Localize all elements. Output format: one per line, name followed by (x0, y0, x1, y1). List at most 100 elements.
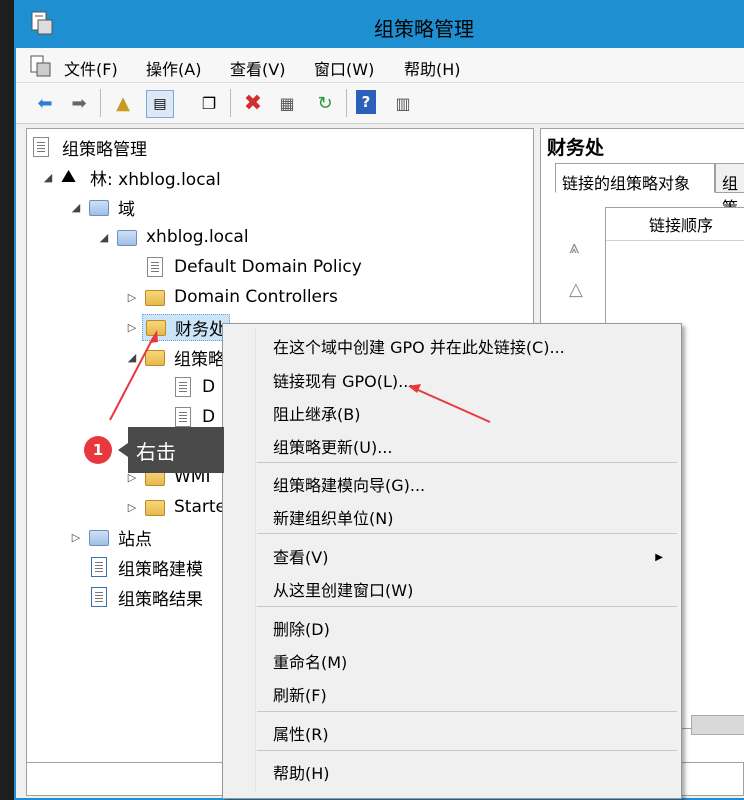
menu-separator (257, 606, 677, 607)
modeling-icon (89, 557, 111, 577)
tree-item-label: 组策略建模 (118, 559, 203, 580)
collapse-icon[interactable]: ◢ (41, 171, 55, 184)
details-title: 财务处 (547, 137, 605, 159)
menu-window[interactable]: 窗口(W) (314, 56, 374, 80)
tree-item-root[interactable]: 组策略管理 (33, 134, 147, 160)
menu-gutter (255, 328, 256, 792)
menu-separator (257, 711, 677, 712)
menu-help[interactable]: 帮助(H) (273, 760, 330, 784)
toolbar-separator (346, 89, 347, 117)
domain-icon (117, 227, 139, 247)
tree-item-label: Domain Controllers (174, 287, 338, 307)
menu-separator (257, 750, 677, 751)
tree-item-label: xhblog.local (146, 227, 249, 247)
ou-folder-icon (146, 317, 168, 337)
toolbar-separator (100, 89, 101, 117)
menu-modeling-wizard[interactable]: 组策略建模向导(G)... (273, 472, 425, 496)
column-link-order[interactable]: 链接顺序 (606, 208, 744, 241)
delete-icon[interactable]: ✖ (240, 90, 266, 116)
tree-item-label: 组策略结果 (118, 589, 203, 610)
menu-rename[interactable]: 重命名(M) (273, 649, 347, 673)
tree-item-domains[interactable]: ◢ 域 (69, 194, 135, 220)
tree-item-domain[interactable]: ◢ xhblog.local (97, 224, 249, 250)
menu-refresh[interactable]: 刷新(F) (273, 682, 327, 706)
gpo-link-icon (145, 257, 167, 277)
menu-delete[interactable]: 删除(D) (273, 616, 330, 640)
expand-icon[interactable]: ▷ (125, 501, 139, 514)
tree-item-label: Default Domain Policy (174, 257, 362, 277)
tree-item-label: D (202, 377, 216, 397)
annotation-callout: 右击 (118, 427, 224, 473)
window-title: 组策略管理 (374, 17, 474, 41)
toolbar: ⬅ ➡ ▲ ▤ ❐ ✖ ▦ ↻ ? ▥ (16, 83, 744, 124)
menu-properties[interactable]: 属性(R) (273, 721, 329, 745)
tree-item-gpo-folder[interactable]: ◢ 组策略 (125, 344, 225, 370)
tree-item-label: 组策略 (174, 349, 225, 370)
forward-icon[interactable]: ➡ (66, 90, 92, 116)
tree-item-label: D (202, 407, 216, 427)
gpo-icon (173, 407, 195, 427)
collapse-icon[interactable]: ◢ (125, 351, 139, 364)
collapse-icon[interactable]: ◢ (69, 201, 83, 214)
menu-view[interactable]: 查看(V) (230, 56, 285, 80)
expand-icon[interactable]: ▷ (125, 321, 139, 334)
menu-separator (257, 462, 677, 463)
tab-linked-gpos[interactable]: 链接的组策略对象 (555, 163, 715, 193)
tree-item-label: 域 (118, 199, 135, 220)
tree-item-gp-results[interactable]: 组策略结果 (89, 584, 203, 610)
menu-create-gpo-and-link[interactable]: 在这个域中创建 GPO 并在此处链接(C)... (273, 334, 565, 358)
tree-item-forest[interactable]: ◢ ⛰ 林: xhblog.local (41, 164, 221, 190)
tree-item-starter-gpos[interactable]: ▷ Starte (125, 494, 226, 520)
menu-help[interactable]: 帮助(H) (404, 56, 461, 80)
menu-view[interactable]: 查看(V) (273, 544, 328, 568)
properties-icon[interactable]: ▦ (274, 90, 300, 116)
menu-block-inheritance[interactable]: 阻止继承(B) (273, 401, 360, 425)
tree-item-label: 财务处 (175, 319, 226, 340)
tree-item-sites[interactable]: ▷ 站点 (69, 524, 152, 550)
move-top-icon[interactable]: ⩓ (569, 237, 579, 258)
sites-icon (89, 527, 111, 547)
domains-icon (89, 197, 111, 217)
tree-item-label: 组策略管理 (62, 139, 147, 160)
menu-bar: 文件(F) 操作(A) 查看(V) 窗口(W) 帮助(H) (16, 48, 744, 83)
context-menu: 在这个域中创建 GPO 并在此处链接(C)... 链接现有 GPO(L)... … (222, 323, 682, 799)
menu-separator (257, 533, 677, 534)
collapse-icon[interactable]: ◢ (97, 231, 111, 244)
console-menu-icon[interactable] (30, 55, 52, 77)
forest-icon: ⛰ (61, 166, 77, 187)
tree-item-finance-ou[interactable]: ▷ 财务处 (125, 313, 230, 341)
expand-icon[interactable]: ▷ (69, 531, 83, 544)
move-up-icon[interactable]: △ (569, 279, 583, 300)
step-badge: 1 (84, 436, 112, 464)
back-icon[interactable]: ⬅ (32, 90, 58, 116)
copy-icon[interactable]: ❐ (196, 90, 222, 116)
menu-gp-update[interactable]: 组策略更新(U)... (273, 434, 392, 458)
gpo-folder-icon (145, 347, 167, 367)
show-hide-tree-icon[interactable]: ▤ (146, 90, 174, 118)
tab-group-policy-inheritance[interactable]: 组策 (715, 163, 744, 217)
refresh-icon[interactable]: ↻ (312, 90, 338, 116)
tree-item-domain-controllers[interactable]: ▷ Domain Controllers (125, 284, 338, 310)
submenu-arrow-icon: ▶ (655, 552, 663, 563)
menu-action[interactable]: 操作(A) (146, 56, 201, 80)
menu-new-ou[interactable]: 新建组织单位(N) (273, 505, 393, 529)
toolbar-separator (230, 89, 231, 117)
tree-item-default-domain-policy[interactable]: Default Domain Policy (145, 254, 362, 280)
menu-link-existing-gpo[interactable]: 链接现有 GPO(L)... (273, 368, 413, 392)
console-icon[interactable]: ▥ (390, 90, 416, 116)
menu-file[interactable]: 文件(F) (64, 56, 118, 80)
tree-item-gpo[interactable]: D (173, 374, 215, 400)
selected-highlight: 财务处 (142, 313, 230, 341)
horizontal-scrollbar[interactable] (691, 715, 744, 735)
tree-item-label: 站点 (118, 529, 152, 550)
expand-icon[interactable]: ▷ (125, 291, 139, 304)
tree-item-gp-modeling[interactable]: 组策略建模 (89, 554, 203, 580)
ou-folder-icon (145, 287, 167, 307)
up-folder-icon[interactable]: ▲ (110, 90, 136, 116)
menu-new-window-from-here[interactable]: 从这里创建窗口(W) (273, 577, 413, 601)
title-bar[interactable]: 组策略管理 (14, 0, 744, 48)
tree-item-label: 林: xhblog.local (90, 169, 221, 190)
starter-folder-icon (145, 497, 167, 517)
help-icon[interactable]: ? (356, 90, 376, 114)
tree-item-label: Starte (174, 497, 226, 517)
